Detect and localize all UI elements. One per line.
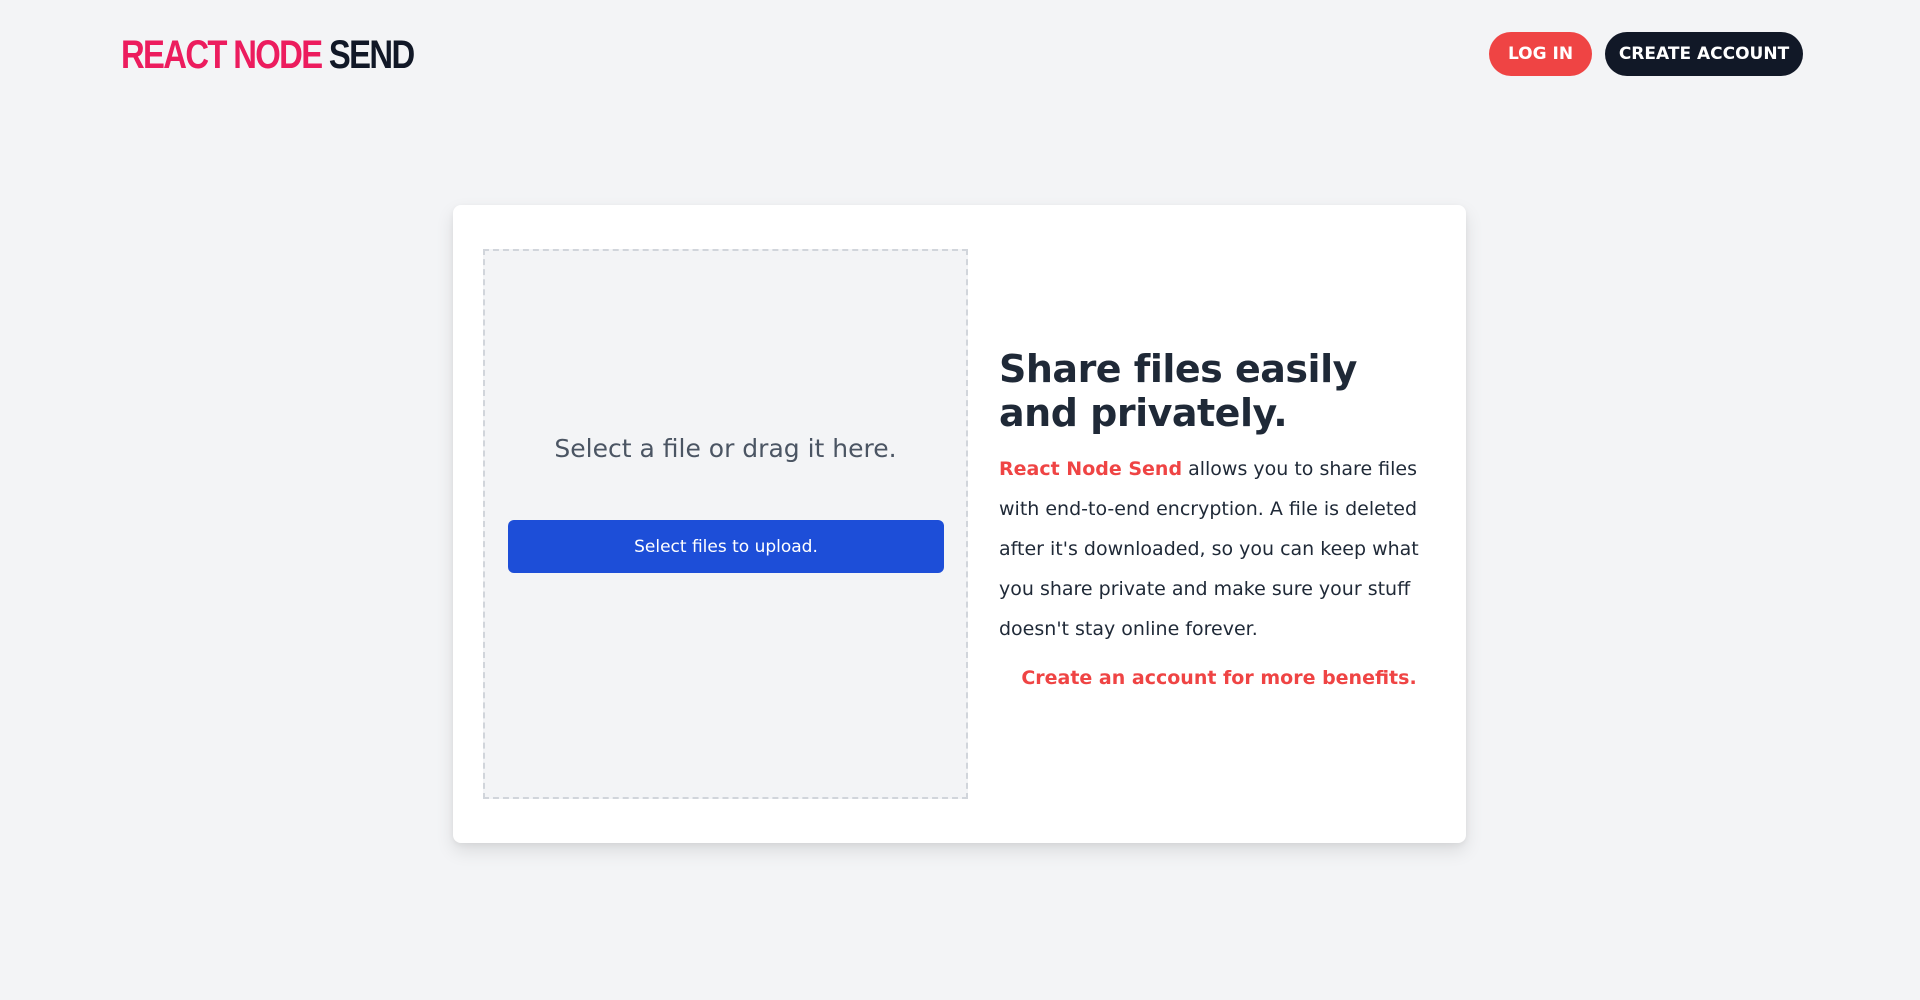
main-card: Select a file or drag it here. Select fi… — [453, 205, 1466, 843]
create-account-button[interactable]: CREATE ACCOUNT — [1605, 32, 1803, 76]
logo-text-primary: REACT NODE — [121, 33, 323, 77]
select-files-button[interactable]: Select files to upload. — [508, 520, 944, 573]
create-account-link[interactable]: Create an account for more benefits. — [999, 667, 1439, 689]
info-title: Share files easily and privately. — [999, 347, 1357, 435]
brand-name: React Node Send — [999, 458, 1183, 480]
site-header: REACT NODE SEND LOG IN CREATE ACCOUNT — [0, 0, 1920, 110]
dropzone-prompt: Select a file or drag it here. — [554, 434, 897, 463]
login-button[interactable]: LOG IN — [1489, 32, 1592, 76]
info-description-text: allows you to share files with end-to-en… — [999, 458, 1419, 640]
file-dropzone[interactable]: Select a file or drag it here. Select fi… — [483, 249, 968, 799]
logo-text-secondary: SEND — [328, 33, 415, 77]
logo-link[interactable]: REACT NODE SEND — [121, 33, 415, 77]
info-description: React Node Send allows you to share file… — [999, 449, 1439, 649]
info-panel: Share files easily and privately. React … — [999, 347, 1439, 689]
